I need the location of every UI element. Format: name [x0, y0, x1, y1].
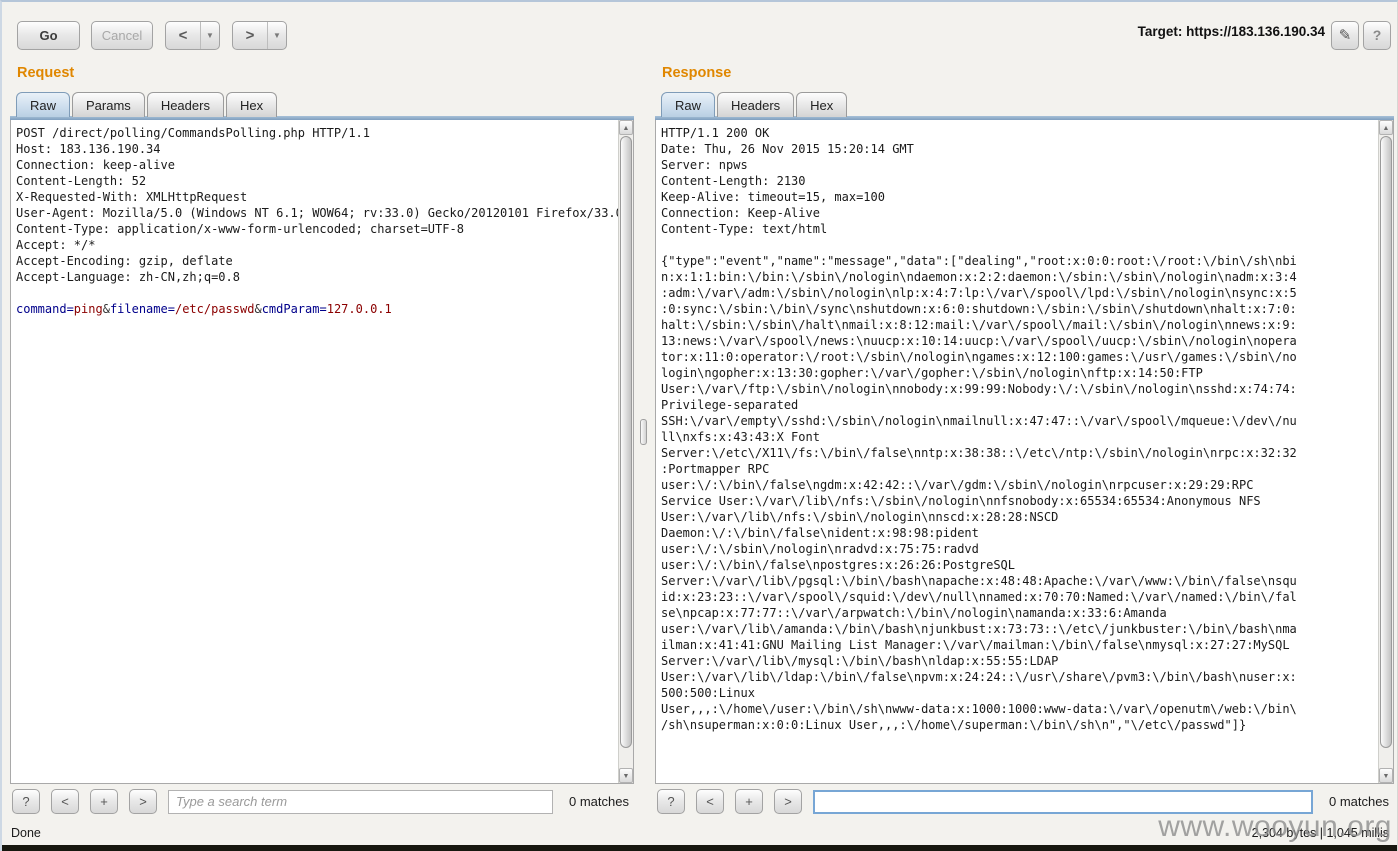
scroll-down-icon[interactable]: ▼ [619, 768, 633, 783]
forward-split-button[interactable]: > ▼ [232, 21, 287, 50]
param-name: command= [16, 302, 74, 316]
request-editor[interactable]: POST /direct/polling/CommandsPolling.php… [10, 120, 634, 784]
param-value: /etc/passwd [175, 302, 254, 316]
response-scrollbar[interactable]: ▲ ▼ [1378, 120, 1393, 783]
param-value: ping [74, 302, 103, 316]
scroll-up-icon[interactable]: ▲ [1379, 120, 1393, 135]
response-tab-headers[interactable]: Headers [717, 92, 794, 117]
help-button[interactable]: ? [1363, 21, 1391, 50]
target-url-label: Target: https://183.136.190.34 [1138, 24, 1325, 39]
scroll-down-icon[interactable]: ▼ [1379, 768, 1393, 783]
request-tab-headers[interactable]: Headers [147, 92, 224, 117]
param-separator: & [254, 302, 261, 316]
response-matches-label: 0 matches [1325, 794, 1393, 809]
response-search-wrap [813, 790, 1313, 814]
request-matches-label: 0 matches [565, 794, 633, 809]
splitter-handle-icon[interactable] [640, 419, 647, 445]
response-raw-text[interactable]: HTTP/1.1 200 OK Date: Thu, 26 Nov 2015 1… [656, 120, 1378, 783]
request-search-input[interactable] [168, 790, 553, 814]
back-button[interactable]: < [166, 22, 200, 49]
response-scroll-track[interactable] [1379, 135, 1393, 768]
request-find-prev-button[interactable]: < [51, 789, 79, 814]
request-find-buttons: ? < + > [12, 789, 168, 814]
response-panel: Response RawHeadersHex HTTP/1.1 200 OK D… [655, 57, 1394, 818]
response-find-plus-button[interactable]: + [735, 789, 763, 814]
request-find-plus-button[interactable]: + [90, 789, 118, 814]
pencil-icon: ✎ [1339, 22, 1352, 49]
request-find-next-button[interactable]: > [129, 789, 157, 814]
request-tab-raw[interactable]: Raw [16, 92, 70, 117]
request-raw-text[interactable]: POST /direct/polling/CommandsPolling.php… [11, 120, 618, 783]
scroll-up-icon[interactable]: ▲ [619, 120, 633, 135]
panel-splitter[interactable] [634, 57, 655, 818]
bottom-edge [2, 845, 1397, 851]
request-scroll-thumb[interactable] [620, 136, 632, 748]
status-done-label: Done [11, 826, 41, 840]
back-dropdown-caret-icon[interactable]: ▼ [200, 22, 219, 49]
request-find-help-button[interactable]: ? [12, 789, 40, 814]
request-panel: Request RawParamsHeadersHex POST /direct… [10, 57, 634, 818]
response-search-input[interactable] [813, 790, 1313, 814]
edit-target-button[interactable]: ✎ [1331, 21, 1359, 50]
question-icon: ? [1373, 27, 1382, 43]
response-find-buttons: ? < + > [657, 789, 813, 814]
toolbar: Go Cancel < ▼ > ▼ Target: https://183.13… [2, 2, 1397, 57]
response-find-prev-button[interactable]: < [696, 789, 724, 814]
go-button[interactable]: Go [17, 21, 80, 50]
request-tabs: RawParamsHeadersHex [10, 90, 634, 117]
back-split-button[interactable]: < ▼ [165, 21, 220, 50]
param-separator: & [103, 302, 110, 316]
forward-button[interactable]: > [233, 22, 267, 49]
request-title: Request [17, 65, 628, 81]
response-tab-hex[interactable]: Hex [796, 92, 847, 117]
request-findbar: ? < + > 0 matches [10, 784, 634, 818]
param-name: filename= [110, 302, 175, 316]
param-name: cmdParam= [262, 302, 327, 316]
cancel-button: Cancel [91, 21, 153, 50]
response-tabs: RawHeadersHex [655, 90, 1394, 117]
response-find-next-button[interactable]: > [774, 789, 802, 814]
repeater-window: Go Cancel < ▼ > ▼ Target: https://183.13… [0, 0, 1398, 851]
param-value: 127.0.0.1 [327, 302, 392, 316]
response-find-help-button[interactable]: ? [657, 789, 685, 814]
forward-dropdown-caret-icon[interactable]: ▼ [267, 22, 286, 49]
request-tab-params[interactable]: Params [72, 92, 145, 117]
request-search-wrap [168, 790, 553, 814]
status-bar: Done 2,304 bytes | 1,045 millis [2, 818, 1397, 845]
request-scrollbar[interactable]: ▲ ▼ [618, 120, 633, 783]
response-scroll-thumb[interactable] [1380, 136, 1392, 748]
status-metrics-label: 2,304 bytes | 1,045 millis [1252, 826, 1389, 840]
response-findbar: ? < + > 0 matches [655, 784, 1394, 818]
response-tab-raw[interactable]: Raw [661, 92, 715, 117]
response-title: Response [662, 65, 1388, 81]
request-tab-hex[interactable]: Hex [226, 92, 277, 117]
response-editor[interactable]: HTTP/1.1 200 OK Date: Thu, 26 Nov 2015 1… [655, 120, 1394, 784]
request-scroll-track[interactable] [619, 135, 633, 768]
